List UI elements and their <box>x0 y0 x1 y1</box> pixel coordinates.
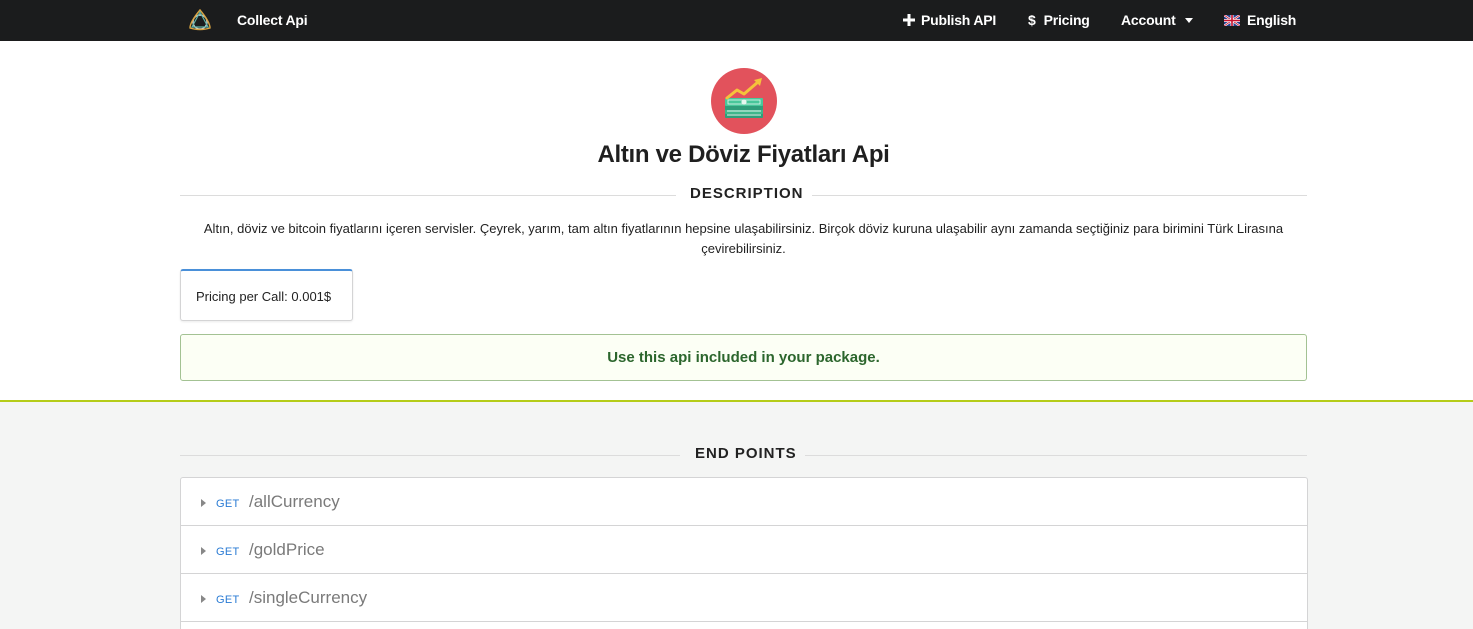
endpoint-method: GET <box>216 594 240 606</box>
endpoint-path: /singleCurrency <box>249 588 368 607</box>
endpoint-path: /allCurrency <box>249 492 340 511</box>
pricing-label: Pricing <box>1043 12 1090 28</box>
page-title: Altın ve Döviz Fiyatları Api <box>597 141 890 168</box>
endpoint-row-singlecurrency[interactable]: GET /singleCurrency <box>181 574 1307 622</box>
endpoint-row-goldprice[interactable]: GET /goldPrice <box>181 526 1307 574</box>
endpoint-path: /goldPrice <box>249 540 325 559</box>
pricing-card: Pricing per Call: 0.001$ <box>180 269 353 321</box>
caret-right-icon <box>201 547 206 555</box>
uk-flag-icon <box>1224 14 1240 26</box>
triquetra-logo-icon[interactable] <box>186 7 214 35</box>
endpoints-divider: END POINTS <box>180 445 1307 465</box>
caret-right-icon <box>201 595 206 603</box>
top-navbar: Collect Api Publish API $ Pricing Accoun… <box>0 0 1473 41</box>
divider-line-right <box>812 195 1307 196</box>
endpoints-heading: END POINTS <box>695 445 797 462</box>
publish-api-label: Publish API <box>921 12 997 28</box>
description-text: Altın, döviz ve bitcoin fiyatlarını içer… <box>203 221 1284 256</box>
language-label: English <box>1247 12 1297 28</box>
dollar-icon: $ <box>1028 12 1036 28</box>
divider-line-right <box>805 455 1307 456</box>
endpoint-method: GET <box>216 546 240 558</box>
endpoint-method: GET <box>216 498 240 510</box>
divider-line-left <box>180 195 676 196</box>
package-message: Use this api included in your package. <box>180 334 1307 381</box>
divider-line-left <box>180 455 680 456</box>
caret-down-icon <box>1184 18 1193 23</box>
language-selector[interactable]: English <box>1224 12 1296 28</box>
account-label: Account <box>1121 12 1176 28</box>
publish-api-link[interactable]: Publish API <box>903 12 996 28</box>
pricing-per-call: Pricing per Call: 0.001$ <box>196 289 332 304</box>
endpoint-list: GET /allCurrency GET /goldPrice GET /sin… <box>180 477 1308 629</box>
account-dropdown[interactable]: Account <box>1121 12 1193 28</box>
endpoint-row-allcurrency[interactable]: GET /allCurrency <box>181 478 1307 526</box>
description-divider: DESCRIPTION <box>180 185 1307 205</box>
description-heading: DESCRIPTION <box>690 185 804 202</box>
money-growth-icon <box>711 68 777 134</box>
pricing-link[interactable]: $ Pricing <box>1028 12 1090 28</box>
caret-right-icon <box>201 499 206 507</box>
brand-link[interactable]: Collect Api <box>237 12 308 28</box>
plus-icon <box>903 14 915 26</box>
